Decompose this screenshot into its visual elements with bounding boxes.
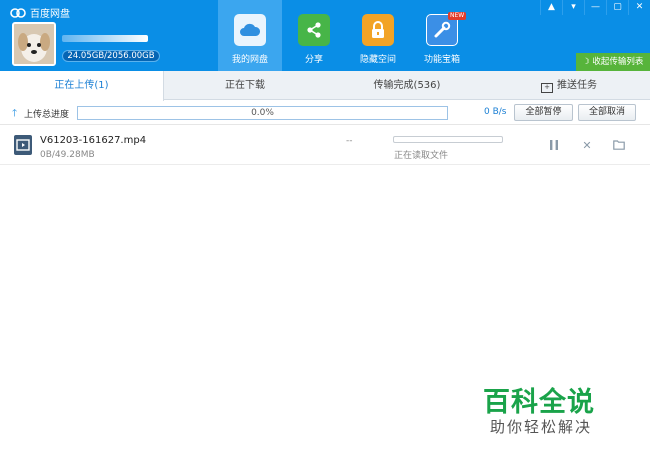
lock-icon (362, 14, 394, 46)
nav-my-cloud[interactable]: 我的网盘 (218, 0, 282, 71)
new-badge: NEW (448, 12, 467, 20)
cloud-icon (234, 14, 266, 46)
nav-hidden-space[interactable]: 隐藏空间 (346, 0, 410, 71)
overall-progress-label: 上传总进度 (24, 110, 70, 120)
username (62, 35, 148, 42)
push-task-icon: + (541, 83, 553, 93)
overall-progress-row: 🡑 上传总进度 0.0% 0 B/s 全部暂停 全部取消 (0, 100, 650, 125)
tab-label: 推送任务 (557, 80, 597, 91)
tab-push-tasks[interactable]: + 推送任务 (488, 71, 650, 100)
header-bar: 百度网盘 24.05GB/2056.00GB 我的网盘 分享 隐藏空间 NEW … (0, 0, 650, 71)
upload-arrow-icon: 🡑 (12, 108, 18, 119)
video-file-icon (14, 135, 32, 155)
tab-uploading[interactable]: 正在上传(1) (0, 71, 164, 101)
nav-label: 分享 (304, 55, 323, 65)
cancel-all-button[interactable]: 全部取消 (578, 104, 636, 121)
tab-downloading[interactable]: 正在下载 (164, 71, 326, 100)
file-progress-bar (393, 136, 503, 143)
minimize-icon[interactable]: — (584, 0, 606, 15)
table-row[interactable]: V61203-161627.mp4 0B/49.28MB -- 正在读取文件 ✕ (0, 125, 650, 165)
collapse-label: 收起传输列表 (592, 57, 644, 67)
dog-avatar-icon (14, 24, 54, 64)
overall-progress-bar: 0.0% (77, 106, 448, 120)
overall-progress-percent: 0.0% (251, 108, 274, 118)
transfer-tabs: 正在上传(1) 正在下载 传输完成(536) + 推送任务 (0, 71, 650, 101)
app-title-text: 百度网盘 (30, 9, 70, 20)
app-title: 百度网盘 (10, 5, 70, 20)
file-status: 正在读取文件 (394, 151, 449, 161)
nav-toolbox[interactable]: NEW 功能宝箱 (410, 0, 474, 71)
nav-label: 功能宝箱 (423, 55, 460, 65)
baidu-cloud-logo-icon (10, 7, 26, 18)
maximize-icon[interactable]: ▢ (606, 0, 628, 15)
upload-speed: 0 B/s (484, 107, 507, 117)
close-icon[interactable]: ✕ (628, 0, 650, 15)
file-eta: -- (346, 136, 353, 146)
share-icon (298, 14, 330, 46)
menu-dropdown-icon[interactable]: ▾ (562, 0, 584, 15)
nav-label: 我的网盘 (231, 55, 268, 65)
file-name: V61203-161627.mp4 (40, 135, 147, 146)
cancel-icon[interactable]: ✕ (580, 138, 594, 152)
moon-icon: ☽ (582, 57, 590, 67)
storage-quota: 24.05GB/2056.00GB (62, 50, 160, 62)
folder-icon[interactable] (612, 138, 626, 152)
avatar[interactable] (12, 22, 56, 66)
pause-all-button[interactable]: 全部暂停 (514, 104, 573, 121)
notification-icon[interactable]: ▲ (540, 0, 562, 15)
watermark-title: 百科全说 (483, 387, 595, 418)
tab-completed[interactable]: 传输完成(536) (326, 71, 488, 100)
watermark-subtitle: 助你轻松解决 (490, 418, 593, 436)
file-size: 0B/49.28MB (40, 150, 95, 160)
nav-label: 隐藏空间 (359, 55, 396, 65)
nav-share[interactable]: 分享 (282, 0, 346, 71)
collapse-transfer-list-button[interactable]: ☽ 收起传输列表 (576, 53, 650, 71)
pause-icon[interactable] (547, 138, 561, 152)
